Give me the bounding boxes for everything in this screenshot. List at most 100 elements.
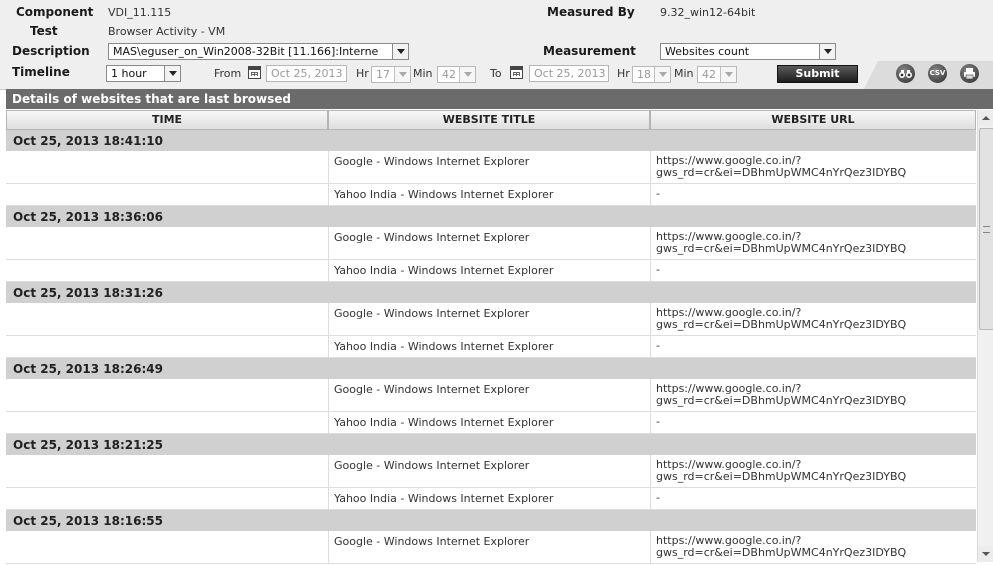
website-title-cell: Google - Windows Internet Explorer (328, 379, 650, 411)
binoculars-icon[interactable] (896, 64, 915, 83)
from-label: From (214, 67, 242, 80)
website-title-cell: Yahoo India - Windows Internet Explorer (328, 260, 650, 281)
to-label: To (490, 67, 502, 80)
printer-icon[interactable] (960, 64, 979, 83)
to-hour-value: 18 (637, 68, 651, 81)
measurement-select[interactable]: Websites count (660, 43, 836, 60)
time-cell (6, 379, 328, 411)
calendar-icon[interactable] (510, 66, 523, 79)
calendar-icon[interactable] (248, 66, 261, 79)
website-url-cell: https://www.google.co.in/? gws_rd=cr&ei=… (650, 227, 976, 259)
website-url-cell: https://www.google.co.in/? gws_rd=cr&ei=… (650, 379, 976, 411)
website-title-cell: Yahoo India - Windows Internet Explorer (328, 412, 650, 433)
time-cell (6, 336, 328, 357)
measurement-label: Measurement (543, 44, 636, 58)
website-title-cell: Google - Windows Internet Explorer (328, 303, 650, 335)
timeline-select-value: 1 hour (111, 67, 147, 80)
chevron-down-icon[interactable] (394, 67, 410, 82)
from-hour-select[interactable]: 17 (371, 66, 411, 83)
csv-icon[interactable]: CSV (928, 64, 947, 83)
description-select-value: MAS\eguser_on_Win2008-32Bit [11.166]:Int… (113, 45, 379, 58)
chevron-down-icon[interactable] (654, 67, 670, 82)
website-url-cell: - (650, 260, 976, 281)
from-minute-value: 42 (442, 68, 456, 81)
website-url-cell: https://www.google.co.in/? gws_rd=cr&ei=… (650, 303, 976, 335)
to-date-field[interactable]: Oct 25, 2013 (529, 65, 609, 82)
binoculars-glyph (899, 70, 912, 78)
column-header-website-title[interactable]: WEBSITE TITLE (328, 110, 650, 130)
submit-button[interactable]: Submit (777, 65, 858, 83)
group-time-header: Oct 25, 2013 18:31:26 (6, 282, 976, 303)
chevron-down-icon[interactable] (392, 44, 408, 59)
time-cell (6, 455, 328, 487)
url-line: gws_rd=cr&ei=DBhmUpWMC4nYrQez3IDYBQ (656, 166, 907, 179)
time-cell (6, 184, 328, 205)
table-row[interactable]: Yahoo India - Windows Internet Explorer … (6, 260, 976, 282)
table-group: Oct 25, 2013 18:41:10 Google - Windows I… (6, 130, 976, 206)
group-time-header: Oct 25, 2013 18:16:55 (6, 510, 976, 531)
column-header-time[interactable]: TIME (6, 110, 328, 130)
group-time-header: Oct 25, 2013 18:41:10 (6, 130, 976, 151)
measured-by-value: 9.32_win12-64bit (660, 6, 756, 19)
group-time-header: Oct 25, 2013 18:26:49 (6, 358, 976, 379)
filter-panel: Component VDI_11.115 Test Browser Activi… (0, 0, 993, 90)
scroll-thumb[interactable] (979, 128, 993, 330)
url-line: gws_rd=cr&ei=DBhmUpWMC4nYrQez3IDYBQ (656, 394, 907, 407)
component-label: Component (16, 5, 94, 19)
url-line: gws_rd=cr&ei=DBhmUpWMC4nYrQez3IDYBQ (656, 318, 907, 331)
table-row[interactable]: Google - Windows Internet Explorer https… (6, 227, 976, 260)
website-title-cell: Google - Windows Internet Explorer (328, 531, 650, 563)
websites-table-body: Oct 25, 2013 18:41:10 Google - Windows I… (6, 130, 976, 565)
scroll-up-button[interactable] (978, 110, 993, 126)
chevron-down-icon[interactable] (459, 67, 475, 82)
table-row[interactable]: Google - Windows Internet Explorer https… (6, 303, 976, 336)
table-row[interactable]: Google - Windows Internet Explorer https… (6, 151, 976, 184)
table-row[interactable]: Yahoo India - Windows Internet Explorer … (6, 488, 976, 510)
website-title-cell: Yahoo India - Windows Internet Explorer (328, 488, 650, 509)
chevron-down-icon[interactable] (819, 44, 835, 59)
table-group: Oct 25, 2013 18:26:49 Google - Windows I… (6, 358, 976, 434)
measured-by-label: Measured By (547, 5, 635, 19)
table-row[interactable]: Yahoo India - Windows Internet Explorer … (6, 336, 976, 358)
table-row[interactable]: Yahoo India - Windows Internet Explorer … (6, 412, 976, 434)
component-value: VDI_11.115 (108, 6, 172, 19)
website-title-cell: Yahoo India - Windows Internet Explorer (328, 184, 650, 205)
website-url-cell: - (650, 488, 976, 509)
table-group: Oct 25, 2013 18:21:25 Google - Windows I… (6, 434, 976, 510)
from-date-field[interactable]: Oct 25, 2013 (266, 65, 347, 82)
time-cell (6, 531, 328, 563)
website-url-cell: - (650, 184, 976, 205)
to-minute-value: 42 (702, 68, 716, 81)
website-url-cell: https://www.google.co.in/? gws_rd=cr&ei=… (650, 455, 976, 487)
table-group: Oct 25, 2013 18:36:06 Google - Windows I… (6, 206, 976, 282)
table-row[interactable]: Google - Windows Internet Explorer https… (6, 379, 976, 412)
website-title-cell: Yahoo India - Windows Internet Explorer (328, 336, 650, 357)
table-row[interactable]: Google - Windows Internet Explorer https… (6, 531, 976, 564)
time-cell (6, 151, 328, 183)
table-row[interactable]: Yahoo India - Windows Internet Explorer … (6, 184, 976, 206)
description-select[interactable]: MAS\eguser_on_Win2008-32Bit [11.166]:Int… (108, 43, 409, 60)
column-header-website-url[interactable]: WEBSITE URL (650, 110, 976, 130)
chevron-down-icon[interactable] (720, 67, 736, 82)
website-url-cell: https://www.google.co.in/? gws_rd=cr&ei=… (650, 531, 976, 563)
description-label: Description (12, 44, 90, 58)
timeline-select[interactable]: 1 hour (106, 65, 181, 82)
time-cell (6, 303, 328, 335)
measurement-select-value: Websites count (665, 45, 750, 58)
table-row[interactable]: Google - Windows Internet Explorer https… (6, 455, 976, 488)
to-minute-select[interactable]: 42 (697, 66, 737, 83)
from-minute-select[interactable]: 42 (437, 66, 476, 83)
group-time-header: Oct 25, 2013 18:21:25 (6, 434, 976, 455)
table-scrollbar[interactable] (977, 110, 993, 562)
chevron-down-icon[interactable] (164, 66, 180, 81)
test-label: Test (30, 24, 58, 38)
url-line: gws_rd=cr&ei=DBhmUpWMC4nYrQez3IDYBQ (656, 470, 907, 483)
to-min-label: Min (674, 67, 694, 80)
to-hour-select[interactable]: 18 (632, 66, 671, 83)
scroll-down-button[interactable] (978, 546, 993, 562)
website-title-cell: Google - Windows Internet Explorer (328, 227, 650, 259)
table-header: TIME WEBSITE TITLE WEBSITE URL (6, 110, 976, 130)
time-cell (6, 412, 328, 433)
url-line: gws_rd=cr&ei=DBhmUpWMC4nYrQez3IDYBQ (656, 242, 907, 255)
table-group: Oct 25, 2013 18:16:55 Google - Windows I… (6, 510, 976, 564)
